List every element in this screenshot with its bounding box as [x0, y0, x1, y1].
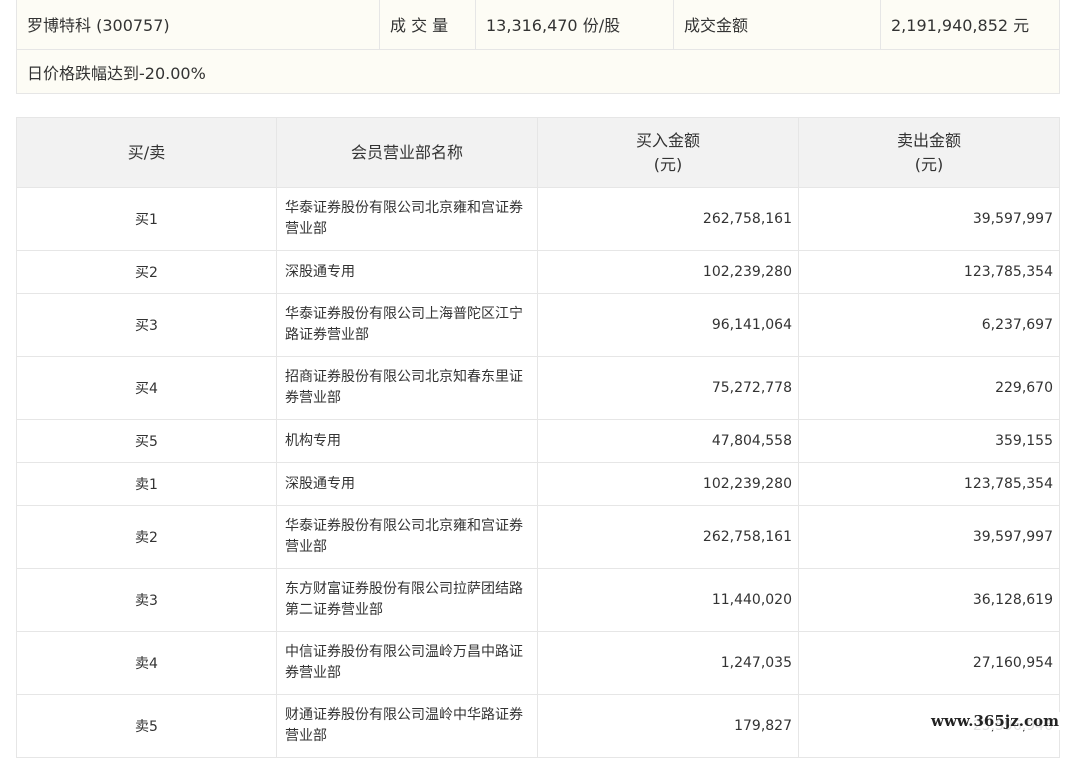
row-buy-amount: 75,272,778	[537, 356, 799, 420]
row-sell-amount: 359,155	[798, 419, 1060, 463]
table-row: 卖3 东方财富证券股份有限公司拉萨团结路 第二证券营业部 11,440,020 3…	[16, 568, 1060, 632]
row-member: 东方财富证券股份有限公司拉萨团结路 第二证券营业部	[276, 568, 538, 632]
amount-value: 2,191,940,852 元	[880, 0, 1060, 50]
row-side: 卖1	[16, 462, 277, 506]
table-row: 买3 华泰证券股份有限公司上海普陀区江宁 路证券营业部 96,141,064 6,…	[16, 293, 1060, 357]
row-buy-amount: 262,758,161	[537, 505, 799, 569]
row-side: 卖5	[16, 694, 277, 758]
summary-table: 罗博特科 (300757) 成 交 量 13,316,470 份/股 成交金额 …	[16, 0, 1060, 94]
amount-label: 成交金额	[673, 0, 881, 50]
row-member: 机构专用	[276, 419, 538, 463]
row-member-line2: 营业部	[285, 539, 327, 555]
table-row: 卖2 华泰证券股份有限公司北京雍和宫证券 营业部 262,758,161 39,5…	[16, 505, 1060, 569]
row-member-line2: 路证券营业部	[285, 327, 369, 343]
row-side: 买3	[16, 293, 277, 357]
row-member-line1: 财通证券股份有限公司温岭中华路证券	[285, 707, 523, 723]
row-member: 深股通专用	[276, 462, 538, 506]
row-sell-amount: 123,785,354	[798, 462, 1060, 506]
table-row: 卖5 财通证券股份有限公司温岭中华路证券营业部 179,827 25,596,9…	[16, 694, 1060, 758]
row-sell-amount: 39,597,997	[798, 505, 1060, 569]
row-side: 买5	[16, 419, 277, 463]
summary-row: 罗博特科 (300757) 成 交 量 13,316,470 份/股 成交金额 …	[16, 0, 1060, 50]
volume-value: 13,316,470 份/股	[475, 0, 674, 50]
row-member: 华泰证券股份有限公司上海普陀区江宁 路证券营业部	[276, 293, 538, 357]
header-sell-amount: 卖出金额 (元)	[798, 117, 1060, 188]
row-buy-amount: 262,758,161	[537, 187, 799, 251]
site-watermark: www.365jz.com	[929, 712, 1061, 730]
row-member: 深股通专用	[276, 250, 538, 294]
row-side: 卖3	[16, 568, 277, 632]
trading-detail-table: 买/卖 会员营业部名称 买入金额 (元) 卖出金额 (元) 买1 华泰证券股份有…	[16, 117, 1060, 758]
table-row: 卖4 中信证券股份有限公司温岭万昌中路证 券营业部 1,247,035 27,16…	[16, 631, 1060, 695]
row-sell-amount: 6,237,697	[798, 293, 1060, 357]
row-sell-amount: 229,670	[798, 356, 1060, 420]
row-buy-amount: 96,141,064	[537, 293, 799, 357]
row-buy-amount: 102,239,280	[537, 250, 799, 294]
row-sell-amount: 27,160,954	[798, 631, 1060, 695]
table-header-row: 买/卖 会员营业部名称 买入金额 (元) 卖出金额 (元)	[16, 117, 1060, 188]
row-side: 卖4	[16, 631, 277, 695]
row-buy-amount: 47,804,558	[537, 419, 799, 463]
header-buy-line2: (元)	[653, 154, 683, 174]
header-side: 买/卖	[16, 117, 277, 188]
table-row: 买1 华泰证券股份有限公司北京雍和宫证券 营业部 262,758,161 39,5…	[16, 187, 1060, 251]
row-side: 买2	[16, 250, 277, 294]
row-member-line1: 机构专用	[285, 432, 341, 449]
row-side: 卖2	[16, 505, 277, 569]
row-member-line1: 华泰证券股份有限公司北京雍和宫证券	[285, 200, 523, 216]
row-member: 中信证券股份有限公司温岭万昌中路证 券营业部	[276, 631, 538, 695]
table-row: 买4 招商证券股份有限公司北京知春东里证 券营业部 75,272,778 229,…	[16, 356, 1060, 420]
table-row: 买5 机构专用 47,804,558 359,155	[16, 419, 1060, 463]
row-member: 华泰证券股份有限公司北京雍和宫证券 营业部	[276, 505, 538, 569]
row-buy-amount: 1,247,035	[537, 631, 799, 695]
note-row: 日价格跌幅达到-20.00%	[16, 49, 1060, 94]
table-row: 卖1 深股通专用 102,239,280 123,785,354	[16, 462, 1060, 506]
header-buy-line1: 买入金额	[635, 130, 700, 150]
row-member: 华泰证券股份有限公司北京雍和宫证券 营业部	[276, 187, 538, 251]
row-sell-amount: 39,597,997	[798, 187, 1060, 251]
row-member-line1: 东方财富证券股份有限公司拉萨团结路	[285, 581, 523, 597]
row-member-line1: 华泰证券股份有限公司北京雍和宫证券	[285, 518, 523, 534]
row-member-line1: 深股通专用	[285, 475, 355, 492]
row-buy-amount: 11,440,020	[537, 568, 799, 632]
row-member: 招商证券股份有限公司北京知春东里证 券营业部	[276, 356, 538, 420]
header-buy-amount: 买入金额 (元)	[537, 117, 799, 188]
row-member-line1: 深股通专用	[285, 263, 355, 280]
row-member: 财通证券股份有限公司温岭中华路证券 营业部	[276, 694, 538, 758]
price-drop-note: 日价格跌幅达到-20.00%	[16, 49, 1060, 94]
row-member-line2: 营业部	[285, 728, 327, 744]
row-member-line2: 第二证券营业部	[285, 602, 383, 618]
row-member-line1: 华泰证券股份有限公司上海普陀区江宁	[285, 306, 523, 322]
row-member-line2: 券营业部	[285, 665, 341, 681]
volume-label: 成 交 量	[379, 0, 476, 50]
header-sell-line1: 卖出金额	[896, 130, 961, 150]
header-member: 会员营业部名称	[276, 117, 538, 188]
row-buy-amount: 179,827	[537, 694, 799, 758]
row-sell-amount: 36,128,619	[798, 568, 1060, 632]
row-member-line2: 营业部	[285, 221, 327, 237]
row-side: 买1	[16, 187, 277, 251]
row-buy-amount: 102,239,280	[537, 462, 799, 506]
row-member-line2: 券营业部	[285, 390, 341, 406]
row-sell-amount: 123,785,354	[798, 250, 1060, 294]
row-side: 买4	[16, 356, 277, 420]
table-row: 买2 深股通专用 102,239,280 123,785,354	[16, 250, 1060, 294]
header-sell-line2: (元)	[914, 154, 944, 174]
row-member-line1: 招商证券股份有限公司北京知春东里证	[285, 369, 523, 385]
row-member-line1: 中信证券股份有限公司温岭万昌中路证	[285, 644, 523, 660]
stock-name: 罗博特科 (300757)	[16, 0, 380, 50]
